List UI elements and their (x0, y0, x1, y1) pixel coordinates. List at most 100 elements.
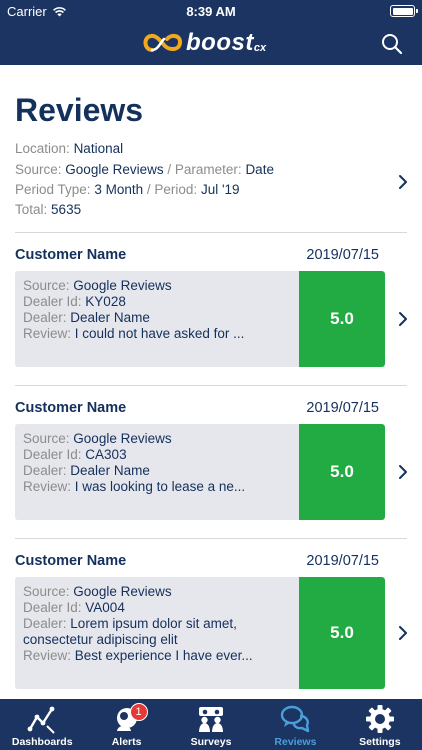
chevron-right-icon (399, 626, 407, 640)
tab-settings[interactable]: Settings (338, 699, 422, 750)
review-text-line: Review: Best experience I have ever... (23, 648, 297, 664)
review-date: 2019/07/15 (306, 247, 379, 263)
search-icon (382, 34, 403, 55)
infinity-logo-icon (143, 33, 183, 52)
review-date: 2019/07/15 (306, 400, 379, 416)
chart-line-icon (27, 706, 55, 734)
dealer-value-line1: Lorem ipsum dolor sit amet, (70, 616, 237, 631)
logo-suffix: cx (253, 42, 267, 54)
review-card: Source: Google Reviews Dealer Id: CA303 … (15, 424, 385, 520)
dealer-line: Dealer: Lorem ipsum dolor sit amet, (23, 616, 297, 632)
separator: / (167, 162, 172, 177)
review-card: Source: Google Reviews Dealer Id: VA004 … (15, 577, 385, 689)
dealer-id-value: VA004 (85, 600, 125, 615)
customer-name: Customer Name (15, 247, 127, 263)
dealer-id-label: Dealer Id: (23, 447, 82, 462)
review-text: Best experience I have ever... (74, 648, 253, 663)
review-text-line: Review: I was looking to lease a ne... (23, 479, 297, 495)
review-details: Source: Google Reviews Dealer Id: KY028 … (23, 278, 297, 342)
source-label: Source: (15, 162, 62, 177)
review-details: Source: Google Reviews Dealer Id: CA303 … (23, 431, 297, 495)
review-label: Review: (23, 326, 72, 341)
tab-reviews[interactable]: Reviews (253, 699, 337, 750)
dealer-value: Dealer Name (70, 463, 150, 478)
filter-period: Period Type: 3 Month / Period: Jul '19 (15, 182, 240, 197)
tab-dashboards[interactable]: Dashboards (0, 699, 84, 750)
dealer-id-line: Dealer Id: VA004 (23, 600, 297, 616)
customer-name: Customer Name (15, 553, 127, 569)
page-title: Reviews (15, 92, 144, 128)
dealer-id-label: Dealer Id: (23, 294, 82, 309)
source-value: Google Reviews (65, 162, 164, 177)
tab-label: Surveys (190, 736, 232, 748)
review-label: Review: (23, 479, 72, 494)
search-button[interactable] (380, 32, 404, 56)
source-label: Source: (23, 278, 70, 293)
dealer-id-value: KY028 (85, 294, 126, 309)
total-value: 5635 (51, 202, 82, 217)
review-item[interactable]: Customer Name 2019/07/15 Source: Google … (0, 386, 422, 538)
review-text: I was looking to lease a ne... (74, 479, 246, 494)
score-badge: 5.0 (299, 577, 385, 689)
dealer-value-line2: consectetur adipiscing elit (23, 632, 178, 647)
period-type-label: Period Type: (15, 182, 91, 197)
tab-label: Settings (359, 736, 401, 748)
separator: / (146, 182, 151, 197)
dealer-id-line: Dealer Id: KY028 (23, 294, 297, 310)
boostcx-logo: boost cx (140, 29, 266, 57)
dealer-line: Dealer: Dealer Name (23, 463, 297, 479)
dealer-id-value: CA303 (85, 447, 127, 462)
review-label: Review: (23, 648, 72, 663)
source-label: Source: (23, 584, 70, 599)
reviews-content[interactable]: Reviews Location: National Source: Googl… (0, 65, 422, 699)
gear-icon (365, 705, 394, 733)
review-item[interactable]: Customer Name 2019/07/15 Source: Google … (0, 539, 422, 699)
app-header: boost cx (0, 22, 422, 65)
source-value: Google Reviews (73, 278, 172, 293)
dealer-label: Dealer: (23, 463, 67, 478)
chevron-right-icon (399, 312, 407, 326)
logo-word: boost (186, 29, 254, 56)
battery-icon (390, 5, 418, 17)
period-value: Jul '19 (200, 182, 240, 197)
filter-source-parameter: Source: Google Reviews / Parameter: Date (15, 162, 274, 177)
review-source-line: Source: Google Reviews (23, 278, 297, 294)
clock: 8:39 AM (186, 4, 236, 19)
dealer-line: Dealer: Dealer Name (23, 310, 297, 326)
dealer-id-line: Dealer Id: CA303 (23, 447, 297, 463)
tab-bar: Dashboards 1 Alerts Surveys Reviews Sett… (0, 699, 422, 750)
tab-surveys[interactable]: Surveys (169, 699, 253, 750)
review-date: 2019/07/15 (306, 553, 379, 569)
review-text-line: Review: I could not have asked for ... (23, 326, 297, 342)
parameter-label: Parameter: (174, 162, 242, 177)
location-value: National (73, 141, 124, 156)
dealer-value: Dealer Name (70, 310, 150, 325)
filter-summary[interactable]: Location: National Source: Google Review… (0, 141, 422, 225)
review-item[interactable]: Customer Name 2019/07/15 Source: Google … (0, 233, 422, 385)
tab-label: Reviews (274, 736, 317, 748)
status-bar: Carrier 8:39 AM (0, 0, 422, 22)
source-value: Google Reviews (73, 584, 172, 599)
location-label: Location: (15, 141, 70, 156)
dealer-label: Dealer: (23, 616, 67, 631)
period-type-value: 3 Month (94, 182, 144, 197)
source-value: Google Reviews (73, 431, 172, 446)
tab-alerts[interactable]: 1 Alerts (84, 699, 168, 750)
tab-label: Dashboards (11, 736, 73, 748)
alerts-count-badge: 1 (129, 703, 148, 721)
review-details: Source: Google Reviews Dealer Id: VA004 … (23, 584, 297, 664)
chevron-right-icon (399, 175, 407, 189)
parameter-value: Date (245, 162, 274, 177)
period-label: Period: (154, 182, 198, 197)
score-badge: 5.0 (299, 271, 385, 367)
filter-total: Total: 5635 (15, 202, 81, 217)
review-source-line: Source: Google Reviews (23, 584, 297, 600)
total-label: Total: (15, 202, 48, 217)
review-card: Source: Google Reviews Dealer Id: KY028 … (15, 271, 385, 367)
chat-bubbles-icon (281, 705, 310, 733)
people-icon (199, 707, 224, 732)
customer-name: Customer Name (15, 400, 127, 416)
review-text: I could not have asked for ... (74, 326, 245, 341)
source-label: Source: (23, 431, 70, 446)
score-badge: 5.0 (299, 424, 385, 520)
